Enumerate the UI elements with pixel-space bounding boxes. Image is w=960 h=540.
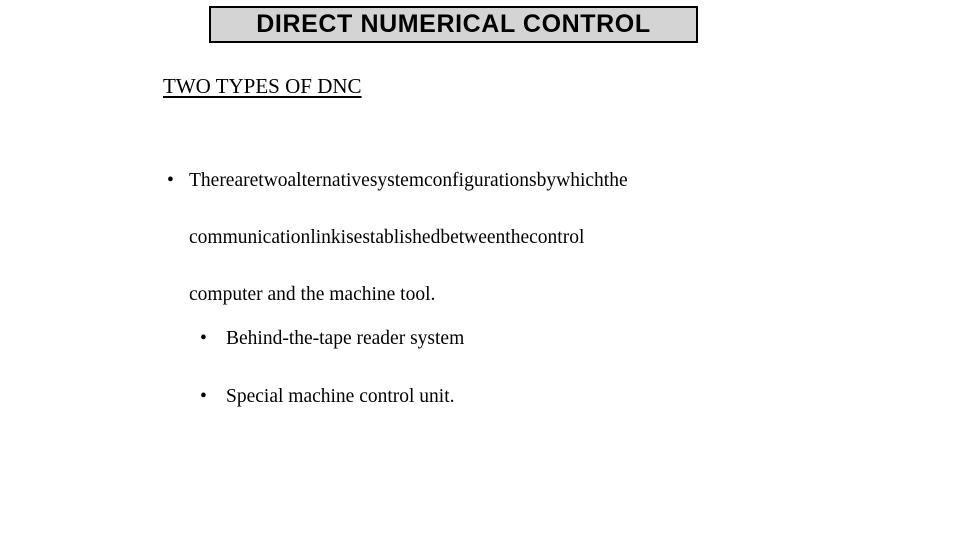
word: link — [310, 227, 341, 248]
section-heading: TWO TYPES OF DNC — [163, 74, 362, 98]
word: which — [556, 170, 604, 191]
main-bullet-line-3: computer and the machine tool. — [189, 284, 436, 305]
main-bullet-item: • Therearetwoalternativesystemconfigurat… — [167, 152, 791, 323]
word: alternative — [287, 170, 370, 191]
main-bullet-text: Therearetwoalternativesystemconfiguratio… — [189, 152, 791, 323]
word: communication — [189, 227, 311, 248]
main-bullet-line-2: communicationlinkisestablishedbetweenthe… — [189, 209, 791, 266]
sub-bullet-label-1: Behind-the-tape reader system — [226, 328, 465, 349]
slide-title-banner: DIRECT NUMERICAL CONTROL — [209, 6, 698, 43]
bullet-marker-icon: • — [167, 170, 174, 191]
word: two — [258, 170, 288, 191]
slide-canvas: DIRECT NUMERICAL CONTROL TWO TYPES OF DN… — [0, 0, 960, 540]
word: the — [603, 170, 628, 191]
sub-bullet-item-2: • Special machine control unit. — [200, 384, 455, 410]
word: the — [505, 227, 530, 248]
word: are — [234, 170, 259, 191]
word: is — [340, 227, 354, 248]
word: by — [536, 170, 557, 191]
word: control — [529, 227, 585, 248]
sub-bullet-item-1: • Behind-the-tape reader system — [200, 326, 464, 352]
word: established — [353, 227, 441, 248]
word: between — [440, 227, 506, 248]
bullet-marker-icon: • — [200, 386, 207, 407]
bullet-marker-icon: • — [200, 328, 207, 349]
main-bullet-line-1: Therearetwoalternativesystemconfiguratio… — [189, 152, 791, 209]
slide-title-text: DIRECT NUMERICAL CONTROL — [256, 10, 651, 38]
sub-bullet-label-2: Special machine control unit. — [226, 386, 455, 407]
word: system — [369, 170, 424, 191]
word: There — [189, 170, 235, 191]
word: configurations — [424, 170, 537, 191]
